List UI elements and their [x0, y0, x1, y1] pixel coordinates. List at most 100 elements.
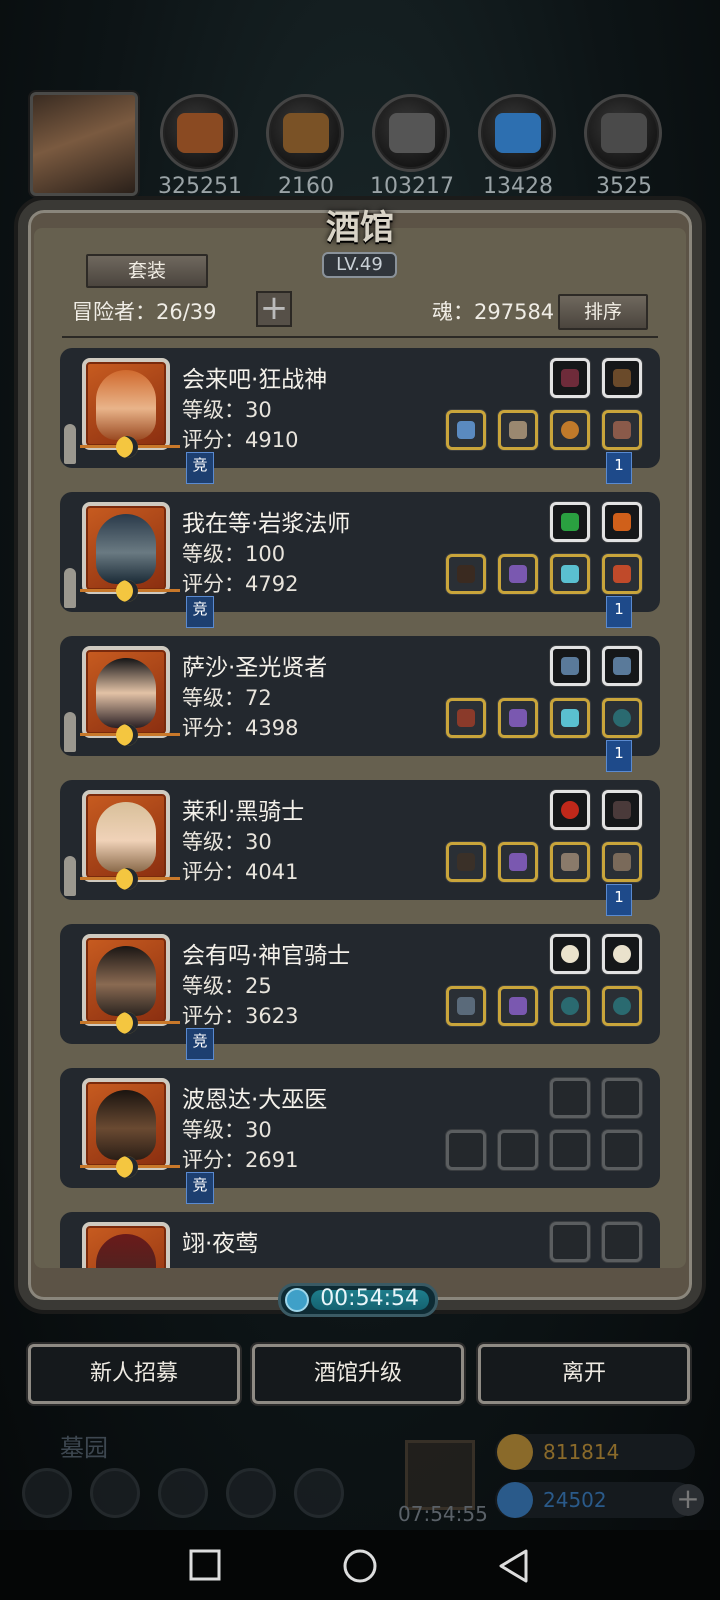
accessory-slot[interactable] [550, 502, 590, 542]
empty-slot[interactable] [602, 1130, 642, 1170]
arena-badge: 竞 [186, 596, 214, 628]
adventurer-portrait [80, 502, 180, 602]
refresh-timer: 00:54:54 [278, 1283, 438, 1317]
armor-slot[interactable] [550, 842, 590, 882]
hero-avatar[interactable] [30, 92, 138, 196]
adventurer-level: 等级：72 [182, 686, 272, 710]
map-icon[interactable] [294, 1468, 344, 1518]
settings-icon[interactable] [22, 1468, 72, 1518]
add-gems-button[interactable]: + [672, 1484, 704, 1516]
add-adventurer-button[interactable]: + [256, 291, 292, 327]
adventurer-card[interactable]: 波恩达·大巫医 等级：30 评分：2691 [60, 1068, 660, 1188]
weapon-slot[interactable] [446, 698, 486, 738]
weapon-slot[interactable] [446, 410, 486, 450]
adventurer-card[interactable]: 会有吗·神官骑士 等级：25 评分：3623 [60, 924, 660, 1044]
adventurer-card[interactable]: 翊·夜莺 [60, 1212, 660, 1268]
ring-slot[interactable] [602, 698, 642, 738]
iron-icon [584, 94, 662, 172]
armor-slot[interactable] [498, 554, 538, 594]
wood-icon [266, 94, 344, 172]
clock-icon [285, 1288, 309, 1312]
adventurer-card[interactable]: 会来吧·狂战神 等级：30 评分：4910 [60, 348, 660, 468]
gift-timer: 07:54:55 [398, 1502, 488, 1526]
ring-slot[interactable] [550, 410, 590, 450]
gem-icon [497, 1482, 533, 1518]
gift-icon[interactable] [405, 1440, 475, 1510]
accessory-slot[interactable] [602, 358, 642, 398]
weapon-slot[interactable] [446, 842, 486, 882]
armor-slot[interactable] [498, 698, 538, 738]
set-button[interactable]: 套装 [86, 254, 208, 288]
soul-count: 魂：297584 [432, 300, 555, 324]
leave-button[interactable]: 离开 [478, 1344, 690, 1404]
armor-slot[interactable] [498, 410, 538, 450]
empty-slot[interactable] [550, 1222, 590, 1262]
hero-icon[interactable] [90, 1468, 140, 1518]
adventurer-name: 翊·夜莺 [182, 1231, 259, 1257]
sort-button[interactable]: 排序 [558, 294, 648, 330]
adventurer-score: 评分：4910 [182, 428, 299, 452]
arena-badge: 竞 [186, 452, 214, 484]
adventurer-card[interactable]: 我在等·岩浆法师 等级：100 评分：4792 [60, 492, 660, 612]
mail-icon[interactable] [226, 1468, 276, 1518]
adventurer-name: 我在等·岩浆法师 [182, 511, 351, 537]
armor-slot[interactable] [602, 842, 642, 882]
empty-slot[interactable] [550, 1078, 590, 1118]
adventurer-level: 等级：30 [182, 830, 272, 854]
ring-slot[interactable] [550, 986, 590, 1026]
adventurer-card[interactable]: 萨沙·圣光贤者 等级：72 评分：4398 [60, 636, 660, 756]
adventurer-portrait [80, 1078, 180, 1178]
divider [62, 336, 658, 338]
gem-currency: 24502 [495, 1482, 695, 1518]
weapon-slot[interactable] [446, 554, 486, 594]
accessory-slot[interactable] [602, 646, 642, 686]
tavern-level: LV.49 [322, 252, 397, 278]
accessory-slot[interactable] [550, 358, 590, 398]
empty-slot[interactable] [602, 1078, 642, 1118]
gate-icon[interactable] [158, 1468, 208, 1518]
upgrade-tavern-button[interactable]: 酒馆升级 [252, 1344, 464, 1404]
ring-slot[interactable] [602, 410, 642, 450]
adventurer-level: 等级：100 [182, 542, 286, 566]
adventurer-name: 波恩达·大巫医 [182, 1087, 328, 1113]
adventurer-list[interactable]: 会来吧·狂战神 等级：30 评分：4910 竞 1 我在等·岩浆法师 等级：10… [40, 340, 680, 1268]
ring-slot[interactable] [550, 698, 590, 738]
recents-icon[interactable] [188, 1548, 222, 1582]
ring-slot[interactable] [602, 554, 642, 594]
adventurer-card[interactable]: 莱利·黑骑士 等级：30 评分：4041 [60, 780, 660, 900]
adventurer-portrait [80, 646, 180, 746]
rank-ribbon: 1 [606, 740, 632, 772]
back-icon[interactable] [496, 1548, 530, 1584]
adventurer-level: 等级：25 [182, 974, 272, 998]
accessory-slot[interactable] [550, 646, 590, 686]
rank-ribbon: 1 [606, 596, 632, 628]
location-label: 墓园 [60, 1434, 108, 1462]
figure-icon [64, 568, 76, 608]
moon-icon [116, 1012, 138, 1034]
home-icon[interactable] [342, 1548, 378, 1584]
armor-slot[interactable] [498, 842, 538, 882]
accessory-slot[interactable] [550, 934, 590, 974]
armor-slot[interactable] [498, 986, 538, 1026]
adventurer-name: 会来吧·狂战神 [182, 367, 328, 393]
adventurer-count: 冒险者：26/39 [72, 300, 217, 324]
empty-slot[interactable] [446, 1130, 486, 1170]
moon-icon [116, 868, 138, 890]
empty-slot[interactable] [498, 1130, 538, 1170]
accessory-slot[interactable] [550, 790, 590, 830]
adventurer-score: 评分：4041 [182, 860, 299, 884]
accessory-slot[interactable] [602, 790, 642, 830]
empty-slot[interactable] [602, 1222, 642, 1262]
adventurer-score: 评分：4398 [182, 716, 299, 740]
gold-currency: 811814 [495, 1434, 695, 1470]
accessory-slot[interactable] [602, 934, 642, 974]
empty-slot[interactable] [550, 1130, 590, 1170]
rank-ribbon: 1 [606, 452, 632, 484]
ring-slot[interactable] [602, 986, 642, 1026]
arena-badge: 竞 [186, 1028, 214, 1060]
accessory-slot[interactable] [602, 502, 642, 542]
recruit-button[interactable]: 新人招募 [28, 1344, 240, 1404]
adventurer-portrait [80, 934, 180, 1034]
weapon-slot[interactable] [446, 986, 486, 1026]
ring-slot[interactable] [550, 554, 590, 594]
